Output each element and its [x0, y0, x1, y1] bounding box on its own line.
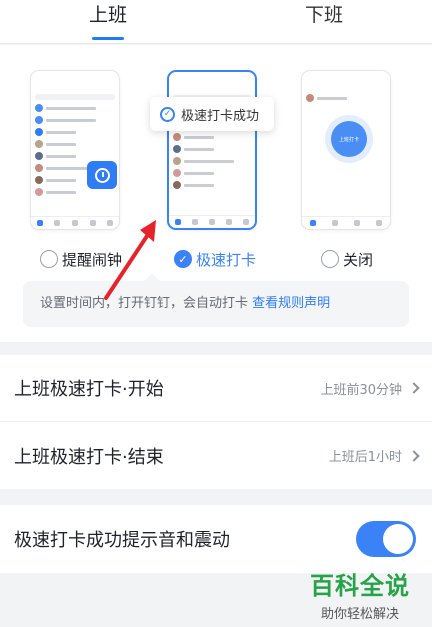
setting-end-value: 上班后1小时	[328, 450, 402, 465]
clock-in-punch-button: 上班打卡	[331, 121, 367, 157]
setting-start-value: 上班前30分钟	[320, 382, 402, 398]
tab-clock-out[interactable]: 下班	[274, 0, 374, 44]
fast-punch-success-toast: ✓ 极速打卡成功	[150, 97, 274, 131]
option-off[interactable]: 关闭	[321, 247, 373, 271]
watermark-sub: 助你轻松解决	[320, 607, 399, 622]
radio-checked-icon[interactable]: ✓	[174, 250, 192, 268]
active-tab-indicator	[92, 37, 124, 40]
chevron-right-icon	[408, 382, 420, 394]
watermark-main: 百科全说	[310, 572, 410, 600]
alarm-mode-preview[interactable]	[30, 70, 120, 230]
radio-unchecked-icon[interactable]	[40, 250, 58, 268]
time-range-settings: 上班极速打卡·开始 上班前30分钟 上班极速打卡·结束 上班后1小时	[0, 355, 432, 489]
watermark-logo: 百科全说 助你轻松解决	[304, 566, 416, 622]
mode-selector: ✓ 极速打卡成功 上班打卡 提醒闹钟 ✓ 极速打卡 关闭 设置时间内，打开钉钉，…	[0, 45, 432, 342]
fast-punch-mode-preview[interactable]	[167, 70, 257, 230]
view-rules-link[interactable]: 查看规则声明	[252, 296, 330, 311]
sound-vibration-toggle[interactable]	[356, 521, 416, 557]
option-fast-punch[interactable]: ✓ 极速打卡	[174, 247, 256, 271]
alarm-clock-icon	[87, 161, 117, 189]
rule-tip: 设置时间内，打开钉钉，会自动打卡 查看规则声明	[23, 281, 409, 327]
setting-start[interactable]: 上班极速打卡·开始 上班前30分钟	[0, 355, 432, 422]
sound-vibration-label: 极速打卡成功提示音和震动	[14, 530, 230, 551]
tab-bar: 上班 下班	[0, 0, 432, 44]
chevron-right-icon	[408, 449, 420, 462]
off-mode-preview[interactable]: 上班打卡	[301, 70, 391, 230]
setting-end[interactable]: 上班极速打卡·结束 上班后1小时	[0, 422, 432, 489]
annotation-arrow-icon	[104, 220, 156, 300]
setting-end-label: 上班极速打卡·结束	[14, 446, 164, 468]
check-circle-icon: ✓	[160, 106, 175, 122]
option-off-label: 关闭	[343, 250, 374, 269]
option-fast-punch-label: 极速打卡	[196, 250, 257, 269]
toast-text: 极速打卡成功	[181, 108, 260, 124]
sound-vibration-setting: 极速打卡成功提示音和震动	[0, 505, 432, 573]
setting-start-label: 上班极速打卡·开始	[14, 379, 164, 400]
radio-unchecked-icon[interactable]	[321, 250, 339, 268]
